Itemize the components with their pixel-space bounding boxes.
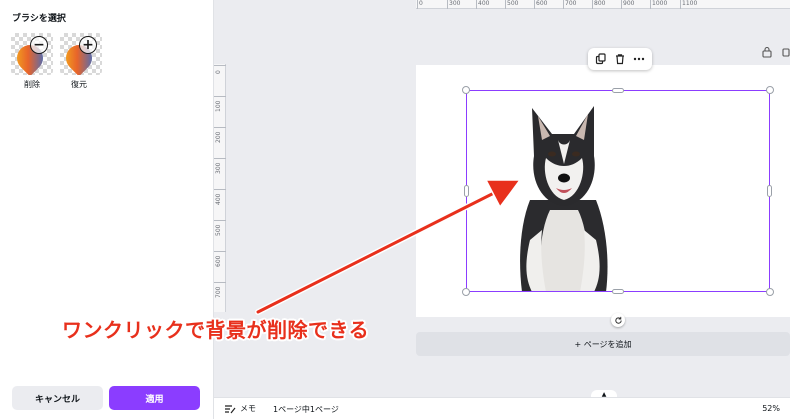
resize-handle-top-right[interactable] [766,86,774,94]
ruler-tick: 1000 [652,0,668,7]
brush-panel: ブラシを選択 − 削除 + 復元 キャンセル 適用 [0,0,214,419]
resize-handle-top[interactable] [612,88,624,93]
restore-brush-label: 復元 [71,80,87,89]
ruler-tick: 1100 [682,0,698,7]
ruler-tick: 900 [623,0,635,7]
ruler-tick: 500 [215,224,222,236]
ruler-tick: 600 [536,0,548,7]
resize-handle-bottom[interactable] [612,289,624,294]
ruler-tick: 400 [215,193,222,205]
erase-brush-label: 削除 [24,80,40,89]
resize-handle-top-left[interactable] [462,86,470,94]
trash-icon[interactable] [613,52,627,66]
resize-handle-bottom-left[interactable] [462,288,470,296]
ruler-tick: 300 [215,162,222,174]
cancel-button[interactable]: キャンセル [12,386,103,410]
ruler-tick: 0 [419,0,423,7]
more-options-icon[interactable] [632,52,646,66]
status-bar: メモ 1ページ中1ページ 52% [214,397,790,419]
page-actions [762,46,790,61]
lock-icon[interactable] [762,46,772,61]
ruler-tick: 600 [215,255,222,267]
resize-handle-left[interactable] [464,185,469,197]
annotation-caption: ワンクリックで背景が削除できる [62,318,370,342]
rotate-icon[interactable] [611,313,625,327]
ruler-tick: 400 [478,0,490,7]
memo-label: メモ [240,404,256,413]
top-ruler: 0 300 400 500 600 700 800 900 1000 1100 [416,0,790,9]
ruler-tick: 100 [215,100,222,112]
panel-title: ブラシを選択 [12,14,66,24]
ruler-tick: 700 [565,0,577,7]
ruler-tick: 300 [449,0,461,7]
notes-icon [225,404,236,413]
resize-handle-bottom-right[interactable] [766,288,774,296]
ruler-tick: 700 [215,286,222,298]
copy-page-icon[interactable] [782,46,790,61]
erase-brush-button[interactable]: − [11,33,53,75]
add-page-button[interactable]: + ページを追加 [416,332,790,356]
resize-handle-right[interactable] [767,185,772,197]
ruler-tick: 200 [215,131,222,143]
ruler-tick: 500 [507,0,519,7]
duplicate-icon[interactable] [594,52,608,66]
minus-icon: − [30,36,48,54]
ruler-tick: 0 [215,70,222,74]
page-count: 1ページ中1ページ [273,405,339,414]
left-ruler: 0 100 200 300 400 500 600 700 [214,64,226,312]
restore-brush-button[interactable]: + [60,33,102,75]
zoom-level[interactable]: 52% [762,404,780,413]
selection-box [466,90,770,292]
memo-button[interactable]: メモ [224,403,256,414]
plus-icon: + [79,36,97,54]
element-toolbar [588,48,652,70]
apply-button[interactable]: 適用 [109,386,200,410]
ruler-tick: 800 [594,0,606,7]
